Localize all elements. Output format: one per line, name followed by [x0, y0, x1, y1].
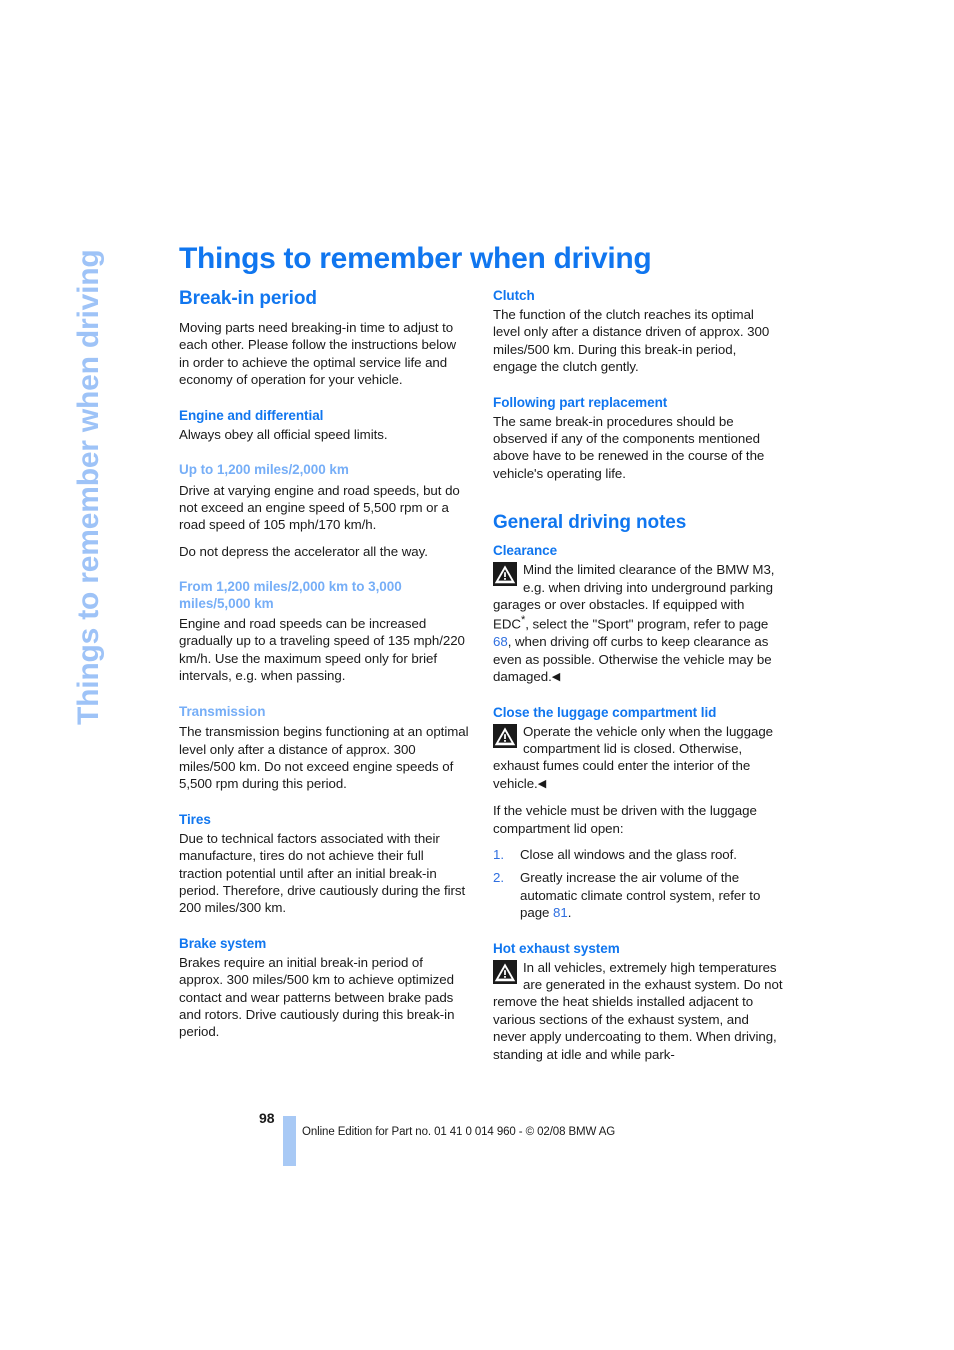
page-title: Things to remember when driving [179, 242, 652, 276]
subheading-engine-and-differential: Engine and differential [179, 407, 324, 423]
footer-edition-text: Online Edition for Part no. 01 41 0 014 … [302, 1126, 616, 1138]
page-reference-81[interactable]: 81 [553, 905, 568, 920]
subheading-up-to-1200-miles: Up to 1,200 miles/2,000 km [179, 462, 349, 478]
footer-accent-bar [283, 1116, 296, 1166]
subheading-brake-system: Brake system [179, 935, 267, 951]
page-number: 98 [259, 1110, 275, 1126]
warning-triangle-icon [493, 959, 517, 984]
following-part-replacement-paragraph: The same break-in procedures should be o… [493, 413, 765, 481]
warning-triangle-icon [493, 562, 517, 587]
list-item-text: Close all windows and the glass roof. [520, 846, 737, 862]
clearance-warning-text-part-3: , when driving off curbs to keep clearan… [493, 634, 772, 685]
section-heading-general-driving-notes: General driving notes [493, 512, 687, 534]
list-item-text-after-ref: . [567, 905, 572, 921]
subheading-from-1200-to-3000-miles: From 1,200 miles/2,000 km to 3,000 miles… [179, 579, 402, 611]
brake-system-paragraph: Brakes require an initial break-in perio… [179, 954, 455, 1040]
luggage-lid-step-list: 1. Close all windows and the glass roof. … [493, 846, 783, 922]
list-item: 2. Greatly increase the air volume of the… [493, 869, 783, 921]
chapter-tab: Things to remember when driving [72, 225, 156, 725]
subheading-hot-exhaust-system: Hot exhaust system [493, 940, 620, 956]
left-column: Break-in period Moving parts need breaki… [179, 288, 469, 1041]
luggage-lid-warning-text: Operate the vehicle only when the luggag… [493, 723, 774, 791]
hot-exhaust-warning-text: In all vehicles, extremely high temperat… [493, 959, 783, 1062]
subheading-close-luggage-compartment-lid: Close the luggage compartment lid [493, 704, 717, 720]
break-in-intro-paragraph: Moving parts need breaking-in time to ad… [179, 320, 456, 388]
engine-differential-paragraph: Always obey all official speed limits. [179, 426, 388, 442]
warning-triangle-icon [493, 723, 517, 748]
transmission-paragraph: The transmission begins functioning at a… [179, 724, 469, 792]
up-to-1200-paragraph-2: Do not depress the accelerator all the w… [179, 543, 428, 559]
list-item-number: 2. [493, 870, 504, 886]
subheading-tires: Tires [179, 811, 211, 827]
up-to-1200-paragraph-1: Drive at varying engine and road speeds,… [179, 482, 460, 533]
clutch-paragraph: The function of the clutch reaches its o… [493, 307, 770, 375]
subheading-clearance: Clearance [493, 543, 558, 559]
right-column: Clutch The function of the clutch reache… [493, 288, 783, 1063]
subheading-following-part-replacement: Following part replacement [493, 394, 668, 410]
section-heading-break-in-period: Break-in period [179, 288, 317, 309]
luggage-lid-warning-block: Operate the vehicle only when the luggag… [493, 723, 783, 793]
chapter-tab-label: Things to remember when driving [72, 249, 105, 725]
page-reference-68[interactable]: 68 [493, 634, 508, 649]
luggage-lid-intro-paragraph: If the vehicle must be driven with the l… [493, 803, 757, 836]
tires-paragraph: Due to technical factors associated with… [179, 830, 466, 916]
warning-end-marker: ◀ [551, 671, 561, 684]
from-1200-to-3000-paragraph: Engine and road speeds can be increased … [179, 616, 465, 684]
clearance-warning-text-part-2: , select the "Sport" program, refer to p… [525, 616, 769, 632]
warning-end-marker: ◀ [537, 777, 547, 790]
clearance-warning-block: Mind the limited clearance of the BMW M3… [493, 561, 783, 685]
list-item-number: 1. [493, 846, 504, 862]
hot-exhaust-warning-block: In all vehicles, extremely high temperat… [493, 959, 783, 1063]
subheading-clutch: Clutch [493, 288, 535, 303]
list-item: 1. Close all windows and the glass roof. [493, 846, 783, 863]
subheading-transmission: Transmission [179, 703, 266, 719]
